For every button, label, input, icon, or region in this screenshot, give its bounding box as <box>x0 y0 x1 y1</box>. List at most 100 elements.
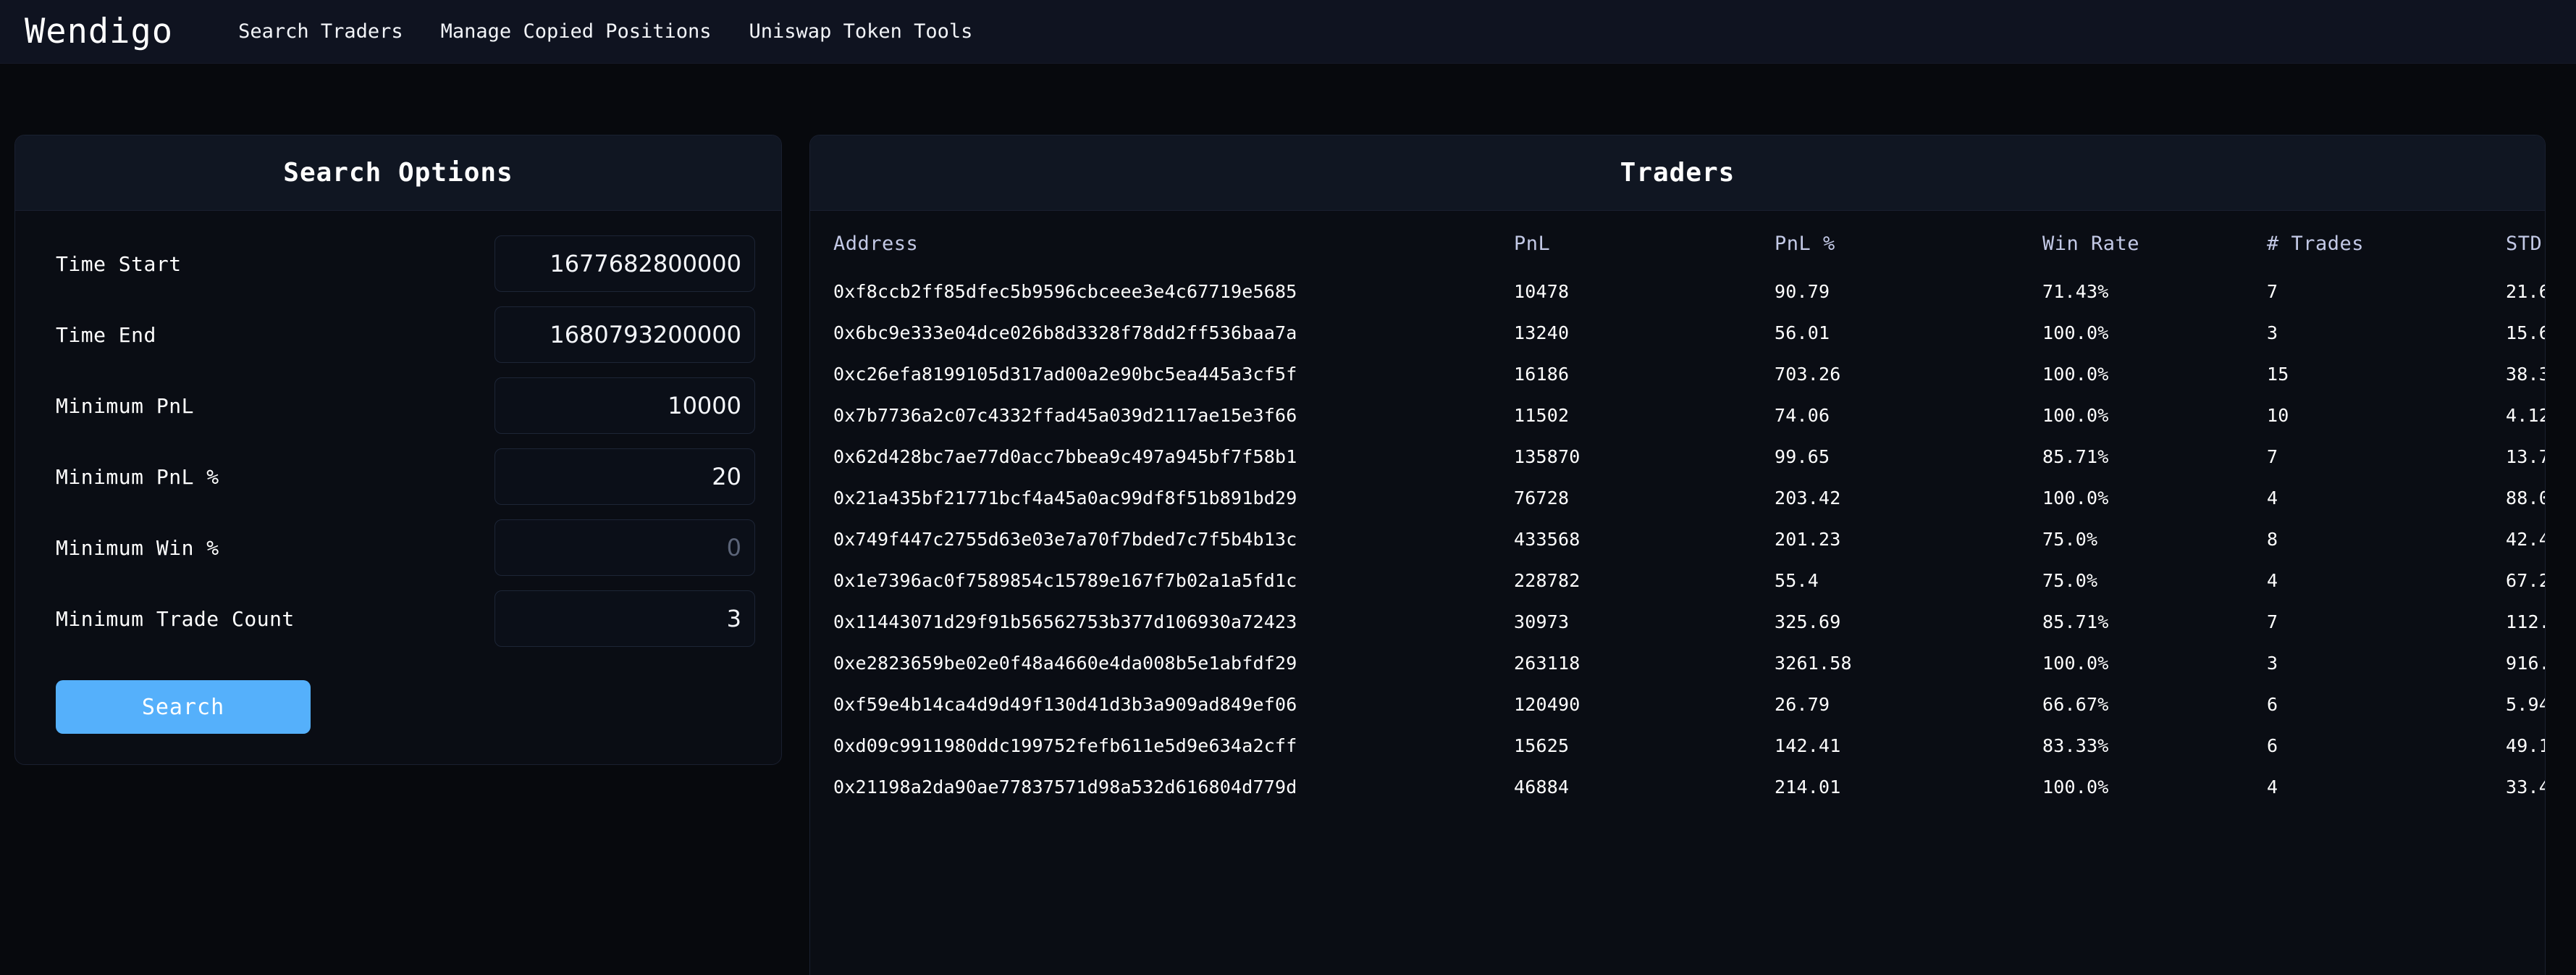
nav-link-uniswap-token-tools[interactable]: Uniswap Token Tools <box>749 14 973 49</box>
form-row-time-start: Time Start <box>56 235 755 292</box>
column-header-trades[interactable]: # Trades <box>2267 233 2506 271</box>
cell-address: 0x11443071d29f91b56562753b377d106930a724… <box>833 611 1297 632</box>
cell-trades: 15 <box>2267 364 2289 385</box>
cell-std: 13.74 <box>2506 446 2545 467</box>
form-row-minimum-pnl-percent: Minimum PnL % <box>56 448 755 505</box>
top-navbar: Wendigo Search Traders Manage Copied Pos… <box>0 0 2576 64</box>
table-row[interactable]: 0xd09c9911980ddc199752fefb611e5d9e634a2c… <box>833 725 2545 766</box>
search-options-panel: Search Options Time Start Time End Minim… <box>14 135 782 765</box>
traders-table: Address PnL PnL % Win Rate # Trades STD … <box>833 233 2545 808</box>
cell-win-rate: 100.0% <box>2042 653 2109 674</box>
brand-logo[interactable]: Wendigo <box>25 12 173 51</box>
cell-pnl-pct: 90.79 <box>1775 281 1830 302</box>
cell-address: 0x1e7396ac0f7589854c15789e167f7b02a1a5fd… <box>833 570 1297 591</box>
cell-trades: 7 <box>2267 611 2278 632</box>
cell-win-rate: 100.0% <box>2042 364 2109 385</box>
column-header-address[interactable]: Address <box>833 233 1514 271</box>
search-button[interactable]: Search <box>56 680 311 734</box>
table-row[interactable]: 0x6bc9e333e04dce026b8d3328f78dd2ff536baa… <box>833 312 2545 353</box>
column-header-pnl[interactable]: PnL <box>1514 233 1775 271</box>
cell-pnl: 15625 <box>1514 735 1570 756</box>
cell-win-rate: 100.0% <box>2042 777 2109 798</box>
cell-std: 67.29 <box>2506 570 2545 591</box>
table-row[interactable]: 0x7b7736a2c07c4332ffad45a039d2117ae15e3f… <box>833 395 2545 436</box>
cell-trades: 3 <box>2267 653 2278 674</box>
column-header-std[interactable]: STD <box>2506 233 2542 271</box>
cell-pnl-pct: 203.42 <box>1775 488 1841 509</box>
cell-trades: 7 <box>2267 446 2278 467</box>
cell-std: 88.05 <box>2506 488 2545 509</box>
cell-win-rate: 75.0% <box>2042 529 2098 550</box>
cell-pnl: 46884 <box>1514 777 1570 798</box>
label-time-start: Time Start <box>56 251 182 276</box>
cell-pnl: 10478 <box>1514 281 1570 302</box>
table-row[interactable]: 0x21198a2da90ae77837571d98a532d616804d77… <box>833 766 2545 808</box>
cell-pnl-pct: 56.01 <box>1775 322 1830 343</box>
cell-pnl: 16186 <box>1514 364 1570 385</box>
table-row[interactable]: 0x62d428bc7ae77d0acc7bbea9c497a945bf7f58… <box>833 436 2545 477</box>
column-header-pnl-pct[interactable]: PnL % <box>1775 233 2042 271</box>
cell-pnl: 11502 <box>1514 405 1570 426</box>
nav-link-manage-copied-positions[interactable]: Manage Copied Positions <box>441 14 712 49</box>
table-row[interactable]: 0x749f447c2755d63e03e7a70f7bded7c7f5b4b1… <box>833 519 2545 560</box>
column-header-win-rate[interactable]: Win Rate <box>2042 233 2267 271</box>
cell-win-rate: 75.0% <box>2042 570 2098 591</box>
cell-pnl-pct: 703.26 <box>1775 364 1841 385</box>
table-row[interactable]: 0xc26efa8199105d317ad00a2e90bc5ea445a3cf… <box>833 353 2545 395</box>
cell-address: 0x6bc9e333e04dce026b8d3328f78dd2ff536baa… <box>833 322 1297 343</box>
input-minimum-win-percent[interactable] <box>494 519 755 576</box>
cell-trades: 4 <box>2267 777 2278 798</box>
cell-pnl-pct: 142.41 <box>1775 735 1841 756</box>
cell-address: 0x21198a2da90ae77837571d98a532d616804d77… <box>833 777 1297 798</box>
input-time-end[interactable] <box>494 306 755 363</box>
cell-pnl-pct: 74.06 <box>1775 405 1830 426</box>
form-row-minimum-trade-count: Minimum Trade Count <box>56 590 755 647</box>
table-row[interactable]: 0xe2823659be02e0f48a4660e4da008b5e1abfdf… <box>833 643 2545 684</box>
form-row-minimum-win-percent: Minimum Win % <box>56 519 755 576</box>
cell-win-rate: 83.33% <box>2042 735 2109 756</box>
input-time-start[interactable] <box>494 235 755 292</box>
cell-pnl-pct: 201.23 <box>1775 529 1841 550</box>
cell-address: 0x749f447c2755d63e03e7a70f7bded7c7f5b4b1… <box>833 529 1297 550</box>
cell-win-rate: 100.0% <box>2042 405 2109 426</box>
search-options-header: Search Options <box>15 135 781 211</box>
cell-address: 0x21a435bf21771bcf4a45a0ac99df8f51b891bd… <box>833 488 1297 509</box>
label-minimum-trade-count: Minimum Trade Count <box>56 606 295 631</box>
label-minimum-pnl: Minimum PnL <box>56 393 194 418</box>
label-minimum-win-percent: Minimum Win % <box>56 535 219 560</box>
input-minimum-pnl-percent[interactable] <box>494 448 755 505</box>
table-row[interactable]: 0x11443071d29f91b56562753b377d106930a724… <box>833 601 2545 643</box>
table-header-row: Address PnL PnL % Win Rate # Trades STD <box>833 233 2542 271</box>
traders-title: Traders <box>1620 158 1735 188</box>
input-minimum-trade-count[interactable] <box>494 590 755 647</box>
table-row[interactable]: 0x21a435bf21771bcf4a45a0ac99df8f51b891bd… <box>833 477 2545 519</box>
cell-std: 33.44 <box>2506 777 2545 798</box>
cell-pnl: 135870 <box>1514 446 1580 467</box>
nav-link-search-traders[interactable]: Search Traders <box>238 14 403 49</box>
label-time-end: Time End <box>56 322 156 347</box>
cell-trades: 6 <box>2267 735 2278 756</box>
search-options-body: Time Start Time End Minimum PnL Minimum … <box>15 211 781 764</box>
cell-pnl: 228782 <box>1514 570 1580 591</box>
form-row-time-end: Time End <box>56 306 755 363</box>
cell-win-rate: 85.71% <box>2042 611 2109 632</box>
cell-std: 21.62 <box>2506 281 2545 302</box>
cell-win-rate: 71.43% <box>2042 281 2109 302</box>
input-minimum-pnl[interactable] <box>494 377 755 434</box>
cell-pnl-pct: 55.4 <box>1775 570 1819 591</box>
cell-address: 0x62d428bc7ae77d0acc7bbea9c497a945bf7f58… <box>833 446 1297 467</box>
cell-pnl: 76728 <box>1514 488 1570 509</box>
cell-pnl: 13240 <box>1514 322 1570 343</box>
cell-std: 916.19 <box>2506 653 2545 674</box>
cell-win-rate: 66.67% <box>2042 694 2109 715</box>
table-row[interactable]: 0xf59e4b14ca4d9d49f130d41d3b3a909ad849ef… <box>833 684 2545 725</box>
cell-win-rate: 100.0% <box>2042 488 2109 509</box>
cell-pnl-pct: 26.79 <box>1775 694 1830 715</box>
table-row[interactable]: 0x1e7396ac0f7589854c15789e167f7b02a1a5fd… <box>833 560 2545 601</box>
cell-std: 112.09 <box>2506 611 2545 632</box>
table-row[interactable]: 0xf8ccb2ff85dfec5b9596cbceee3e4c67719e56… <box>833 271 2545 312</box>
traders-panel: Traders Address PnL PnL % Win Rate # Tra… <box>809 135 2546 975</box>
cell-trades: 7 <box>2267 281 2278 302</box>
traders-table-head: Address PnL PnL % Win Rate # Trades STD <box>833 233 2542 271</box>
cell-pnl-pct: 214.01 <box>1775 777 1841 798</box>
